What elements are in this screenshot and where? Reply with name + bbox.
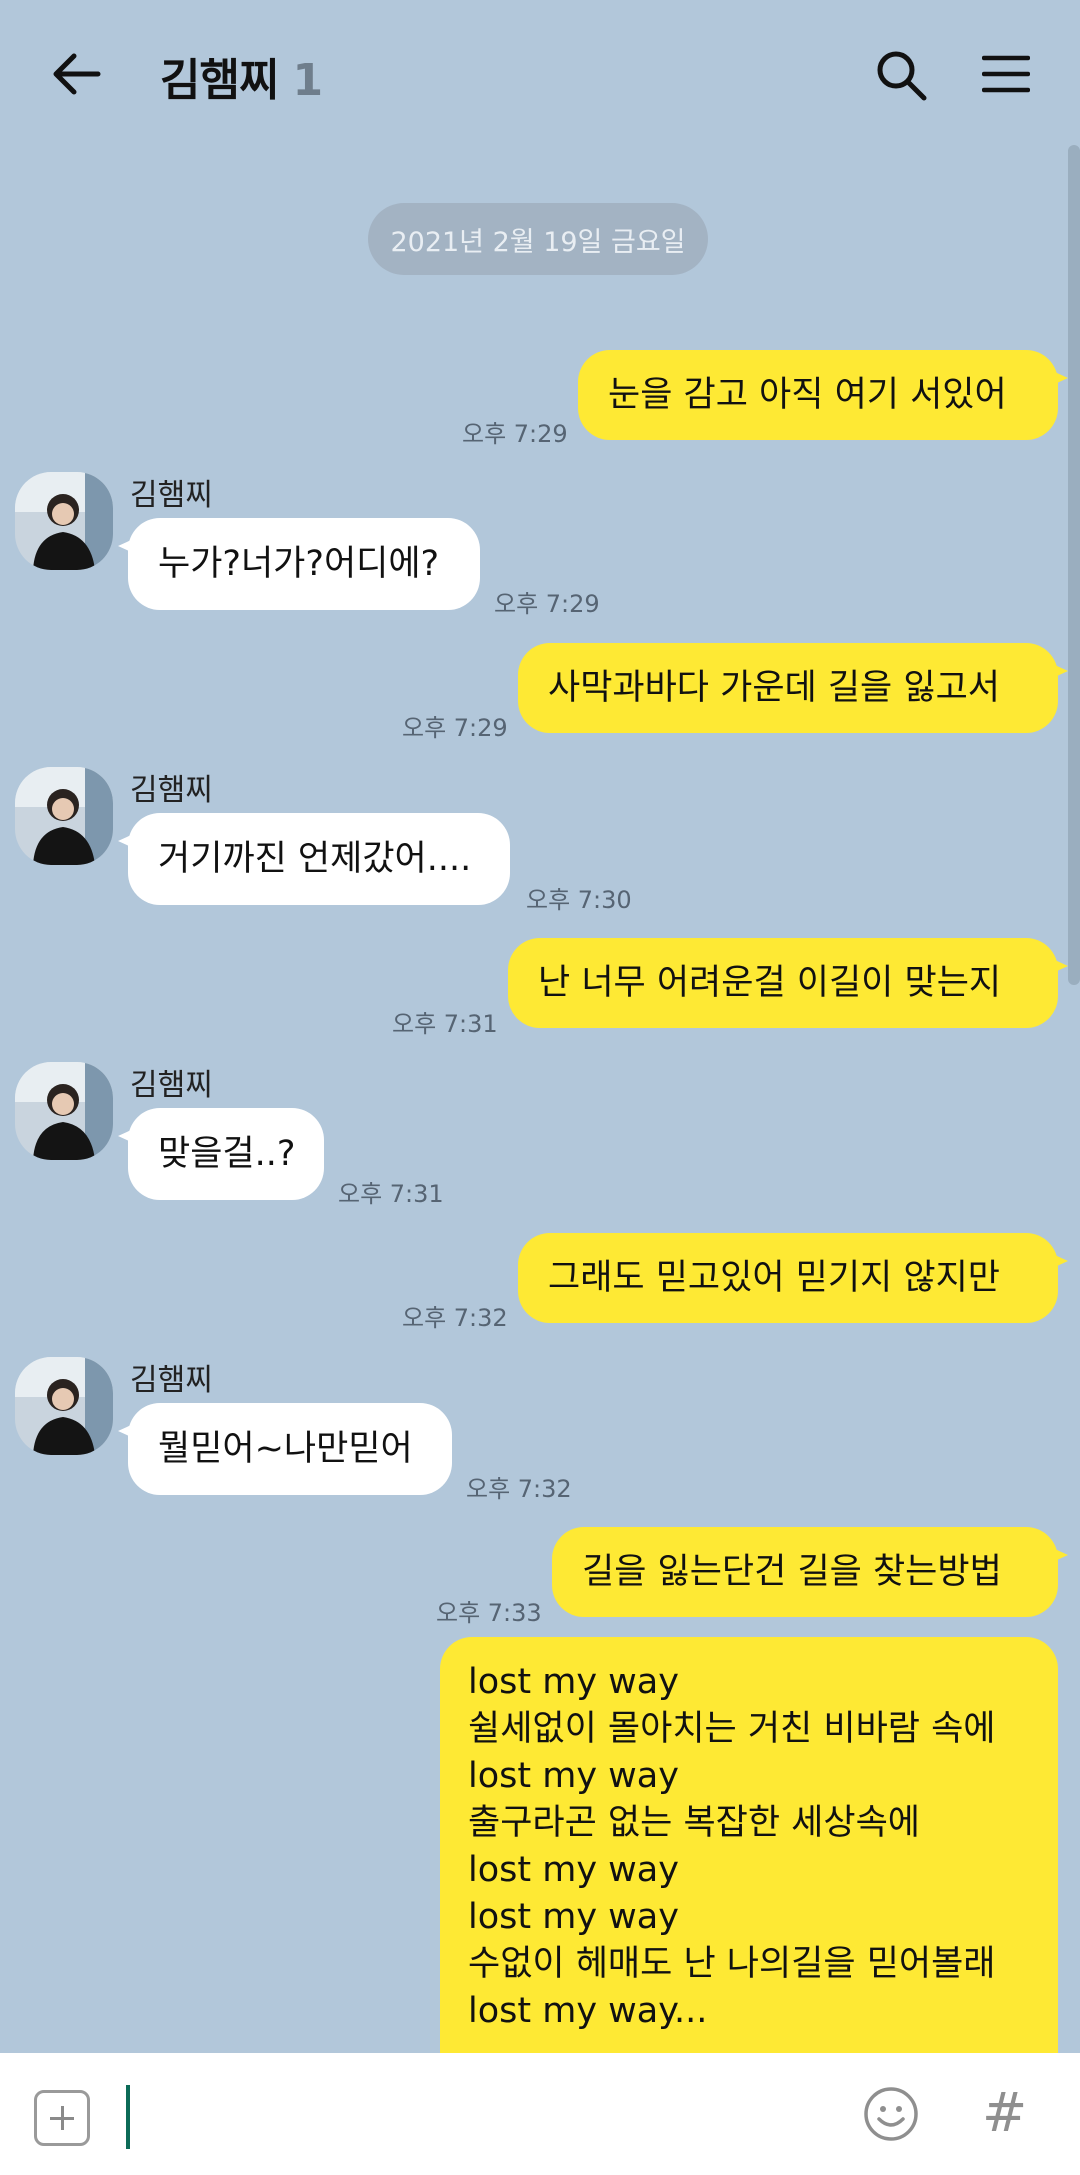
message-line: lost my way... <box>468 1991 708 2031</box>
avatar[interactable] <box>15 472 113 570</box>
emoji-icon[interactable] <box>862 2085 920 2143</box>
sender-name: 김햄찌 <box>130 478 213 513</box>
message-time: 오후 7:32 <box>402 1304 508 1332</box>
chat-header: 김햄찌 1 <box>0 0 1080 150</box>
chat-title-name: 김햄찌 <box>160 55 279 106</box>
received-message-bubble[interactable]: 거기까진 언제갔어.... <box>118 813 510 905</box>
message-line: lost my way <box>468 1662 679 1702</box>
avatar[interactable] <box>15 1357 113 1455</box>
scrollbar[interactable] <box>1068 145 1080 985</box>
profile-photo <box>15 1357 113 1455</box>
message-line: 출구라곤 없는 복잡한 세상속에 <box>468 1803 920 1843</box>
sent-message-bubble[interactable]: 사막과바다 가운데 길을 잃고서 <box>518 643 1068 733</box>
message-line: lost my way <box>468 1756 679 1796</box>
sender-name: 김햄찌 <box>130 1068 213 1103</box>
received-message-bubble[interactable]: 누가?너가?어디에? <box>118 518 480 610</box>
message-time: 오후 7:30 <box>526 886 632 914</box>
avatar[interactable] <box>15 767 113 865</box>
back-arrow-icon[interactable] <box>50 48 102 100</box>
sent-message-bubble[interactable]: 그래도 믿고있어 믿기지 않지만 <box>518 1233 1068 1323</box>
sent-long-message-bubble[interactable]: lost my way 쉴세없이 몰아치는 거친 비바람 속에 lost my … <box>440 1637 1058 2057</box>
message-time: 오후 7:32 <box>466 1475 572 1503</box>
profile-photo <box>15 472 113 570</box>
plus-icon[interactable] <box>34 2090 90 2146</box>
member-count: 1 <box>292 55 323 106</box>
profile-photo <box>15 767 113 865</box>
message-input-bar: # <box>0 2053 1080 2175</box>
message-time: 오후 7:29 <box>462 420 568 448</box>
message-time: 오후 7:29 <box>402 714 508 742</box>
text-cursor <box>126 2085 130 2149</box>
message-line: 쉴세없이 몰아치는 거친 비바람 속에 <box>468 1709 996 1749</box>
sent-message-bubble[interactable]: 눈을 감고 아직 여기 서있어 <box>578 350 1068 440</box>
date-divider: 2021년 2월 19일 금요일 <box>368 203 708 275</box>
message-line: lost my way <box>468 1850 679 1890</box>
message-time: 오후 7:31 <box>392 1010 498 1038</box>
profile-photo <box>15 1062 113 1160</box>
sender-name: 김햄찌 <box>130 1363 213 1398</box>
hashtag-button[interactable]: # <box>982 2081 1027 2144</box>
message-time: 오후 7:33 <box>436 1599 542 1627</box>
message-input[interactable] <box>124 2083 824 2149</box>
received-message-bubble[interactable]: 뭘믿어~나만믿어 <box>118 1403 452 1495</box>
message-line: 수없이 헤매도 난 나의길을 믿어볼래 <box>468 1944 996 1984</box>
sent-message-bubble[interactable]: 길을 잃는단건 길을 찾는방법 <box>552 1527 1068 1617</box>
received-message-bubble[interactable]: 맞을걸..? <box>118 1108 324 1200</box>
sent-message-bubble[interactable]: 난 너무 어려운걸 이길이 맞는지 <box>508 938 1068 1028</box>
message-line: lost my way <box>468 1897 679 1937</box>
avatar[interactable] <box>15 1062 113 1160</box>
search-icon[interactable] <box>874 48 928 102</box>
message-time: 오후 7:29 <box>494 590 600 618</box>
chat-title: 김햄찌 1 <box>160 44 323 108</box>
message-time: 오후 7:31 <box>338 1180 444 1208</box>
sender-name: 김햄찌 <box>130 773 213 808</box>
menu-icon[interactable] <box>982 54 1030 94</box>
